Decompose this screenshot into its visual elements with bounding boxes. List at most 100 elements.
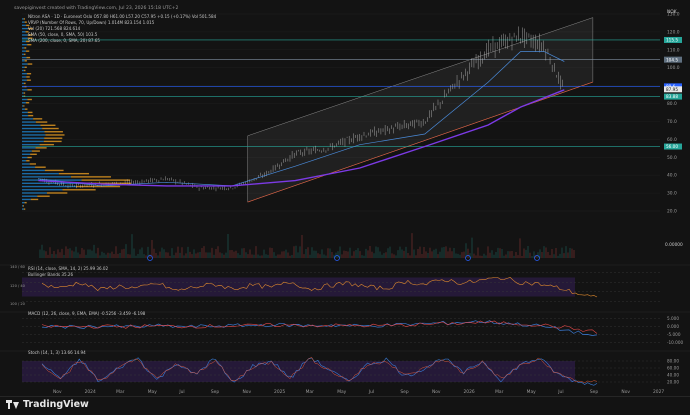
volume-profile-bar: [22, 67, 25, 68]
volume-profile-bar: [22, 189, 63, 190]
legend-line-sma200: SMA (200, close, 0, SMA, 20) 87.65: [28, 38, 100, 43]
volume-profile-bar: [24, 83, 26, 84]
stoch-axis-label: 60.00: [667, 366, 679, 371]
volume-profile-bar: [22, 173, 59, 174]
volume-profile-bar: [22, 108, 25, 109]
volume-profile-bar: [23, 105, 24, 106]
time-tick-label: May: [148, 389, 157, 395]
volume-profile-bar: [22, 202, 25, 203]
volume-profile-bar: [22, 105, 23, 106]
volume-profile-bar: [22, 99, 27, 100]
stoch-label: Stoch (14, 1, 3) 13.66 14.94: [28, 350, 86, 355]
price-tick-label: 70.0: [667, 119, 677, 125]
volume-profile-bar: [22, 28, 28, 29]
time-tick-label: Sep: [211, 389, 219, 395]
volume-profile-bar: [22, 31, 26, 32]
volume-profile-bar: [28, 115, 33, 116]
time-tick-label: Jul: [368, 389, 374, 395]
rsi-left-label: 140 / 60: [10, 265, 26, 269]
macd-axis-label: -5.000: [667, 332, 681, 337]
volume-profile-bar: [26, 160, 29, 161]
volume-profile-bar: [27, 99, 31, 100]
volume-profile-bar: [26, 57, 30, 58]
time-tick-label: Mar: [116, 389, 124, 395]
volume-profile-bar: [24, 54, 26, 55]
time-tick-label: Jul: [178, 389, 184, 395]
volume-profile-bar: [45, 134, 64, 135]
price-tick-label: 120.0: [667, 29, 680, 35]
volume-profile-bar: [22, 38, 28, 39]
volume-profile-bar: [22, 47, 24, 48]
volume-profile-bar: [22, 54, 24, 55]
volume-profile-bar: [22, 18, 24, 19]
volume-profile-bar: [25, 108, 27, 109]
price-tick-label: 80.0: [667, 101, 677, 107]
volume-profile-bar: [22, 83, 24, 84]
volume-profile-bar: [45, 131, 63, 132]
price-tick-label: 40.0: [667, 173, 677, 179]
volume-profile-bar: [63, 189, 96, 190]
volume-profile-bar: [59, 173, 89, 174]
time-tick-label: Nov: [242, 389, 251, 395]
price-label-text: 87.95: [666, 87, 678, 92]
price-chart[interactable]: 140 / 60 120 / 40 100 / 20 5.000 0.000 -5.000…: [0, 0, 690, 396]
created-by-text: savepiginvest created with TradingView.c…: [14, 5, 179, 11]
volume-profile-bar: [22, 150, 32, 151]
volume-profile-bar: [37, 196, 49, 197]
price-label-text: 56.00: [666, 144, 678, 149]
time-tick-label: 2027: [653, 389, 664, 395]
footer-bar: TradingView: [0, 396, 690, 415]
volume-profile-bar: [22, 34, 28, 35]
macd-axis-label: 5.000: [667, 316, 679, 321]
volume-profile-bar: [22, 25, 26, 26]
volume-profile-bar: [22, 131, 45, 132]
price-label-text: 104.5: [666, 57, 678, 62]
legend-line-volume: Vol (20) 721.568 824.614: [28, 26, 81, 31]
volume-profile-bar: [36, 121, 47, 122]
price-tick-label: 20.0: [667, 209, 677, 215]
volume-profile-bar: [40, 144, 54, 145]
volume-profile-bar: [27, 157, 31, 158]
volume-profile-bar: [27, 44, 31, 45]
volume-profile-bar: [26, 102, 29, 103]
volume-profile-bar: [22, 112, 28, 113]
time-tick-label: Nov: [53, 389, 62, 395]
tradingview-icon: [6, 400, 19, 409]
volume-profile-bar: [30, 163, 36, 164]
volume-profile-bar: [22, 160, 26, 161]
volume-profile-bar: [42, 128, 59, 129]
volume-profile-bar: [22, 70, 24, 71]
macd-label: MACD (12, 26, close, 9, EMA, EMA) -0.525…: [28, 311, 146, 316]
volume-profile-bar: [22, 57, 26, 58]
volume-profile-bar: [30, 154, 37, 155]
volume-profile-bar: [22, 154, 30, 155]
volume-profile-bar: [22, 60, 25, 61]
volume-profile-bar: [22, 21, 25, 22]
tradingview-logo[interactable]: TradingView: [6, 399, 89, 410]
price-tick-label: 100.0: [667, 65, 680, 71]
volume-profile-bar: [22, 147, 36, 148]
volume-profile-bar: [22, 167, 35, 168]
volume-profile-bar: [25, 21, 27, 22]
volume-profile-bar: [22, 134, 45, 135]
stoch-axis-label: 20.00: [667, 380, 679, 385]
volume-profile-bar: [22, 199, 31, 200]
volume-profile-bar: [22, 137, 44, 138]
volume-profile-bar: [22, 76, 26, 77]
volume-profile-bar: [22, 144, 40, 145]
volume-profile-bar: [24, 47, 26, 48]
volume-profile-bar: [33, 118, 42, 119]
volume-profile-bar: [26, 76, 29, 77]
macd-axis-label: 0.000: [667, 324, 679, 329]
volume-profile-bar: [44, 141, 62, 142]
legend-line-sma50: SMA (50, close, 0, SMA, 50) 103.5: [28, 32, 98, 37]
volume-profile-bar: [22, 44, 27, 45]
volume-profile-bar: [24, 92, 25, 93]
volume-profile-bar: [24, 18, 25, 19]
time-tick-label: Nov: [432, 389, 441, 395]
volume-profile-bar: [40, 125, 55, 126]
legend-line-vrvp: VRVP (Number Of Rows, 70, Up/Down) 1.014…: [28, 20, 155, 25]
volume-profile-bar: [22, 102, 26, 103]
time-tick-label: Nov: [621, 389, 630, 395]
stoch-axis-label: 40.00: [667, 373, 679, 378]
